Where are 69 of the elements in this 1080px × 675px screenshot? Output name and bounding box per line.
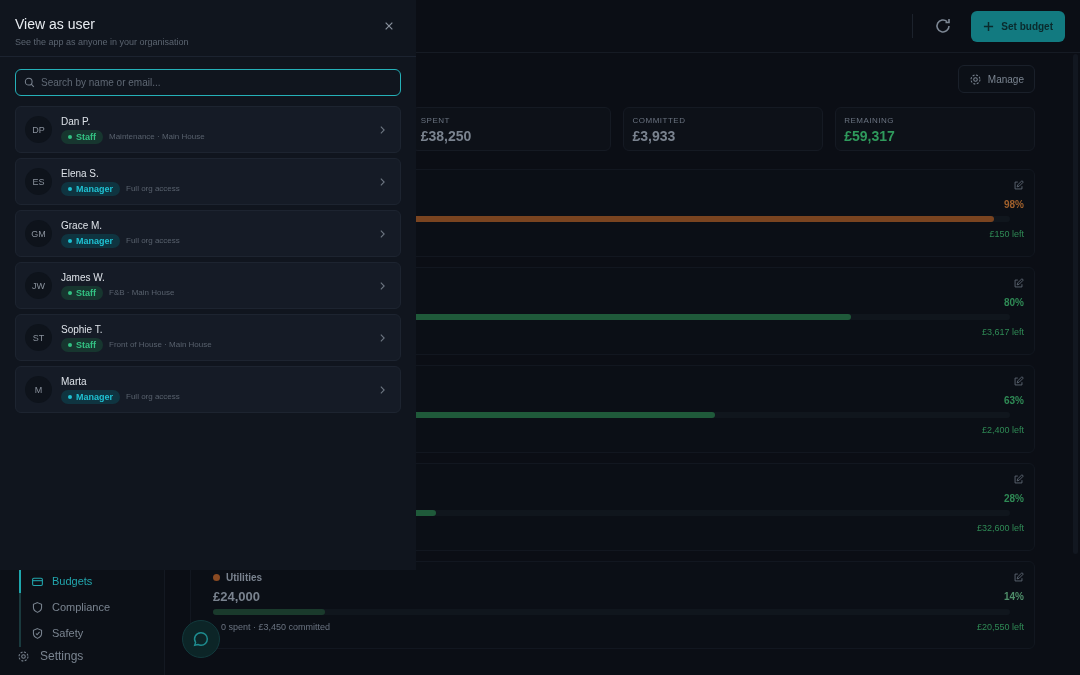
chevron-right-icon bbox=[379, 228, 386, 239]
role-badge: Manager bbox=[61, 233, 120, 248]
panel-title: View as user bbox=[15, 16, 96, 32]
avatar: ES bbox=[25, 168, 52, 195]
budget-amount: £24,000 bbox=[213, 589, 260, 604]
avatar: DP bbox=[25, 116, 52, 143]
role-badge: Manager bbox=[61, 389, 120, 404]
chevron-right-icon bbox=[379, 176, 386, 187]
edit-icon[interactable] bbox=[1013, 277, 1024, 289]
percent-label: 14% bbox=[1004, 591, 1024, 602]
manage-button[interactable]: Manage bbox=[957, 65, 1035, 93]
chat-button[interactable] bbox=[182, 620, 220, 658]
role-badge: Staff bbox=[61, 129, 103, 144]
chevron-right-icon bbox=[379, 124, 386, 135]
user-name: James W. bbox=[61, 271, 106, 283]
avatar: JW bbox=[25, 272, 52, 299]
edit-icon[interactable] bbox=[1013, 375, 1024, 387]
stat-value: £38,250 bbox=[420, 128, 473, 144]
user-row[interactable]: JW James W. Staff F&B · Main House bbox=[15, 262, 401, 309]
remaining-label: £150 left bbox=[989, 229, 1024, 239]
percent-label: 98% bbox=[1004, 198, 1024, 210]
search-icon bbox=[24, 77, 35, 88]
budget-summary: 0 spent · £3,450 committed bbox=[220, 622, 331, 632]
user-name: Sophie T. bbox=[61, 323, 104, 335]
edit-icon[interactable] bbox=[1013, 179, 1024, 191]
user-name: Elena S. bbox=[61, 167, 100, 179]
search-field[interactable]: Search by name or email... bbox=[15, 69, 401, 96]
chat-icon bbox=[192, 630, 210, 648]
settings-icon bbox=[968, 72, 982, 86]
stat-value: £59,317 bbox=[844, 128, 896, 144]
role-badge: Manager bbox=[61, 181, 120, 196]
user-row[interactable]: ST Sophie T. Staff Front of House · Main House bbox=[15, 314, 401, 361]
remaining-label: £32,600 left bbox=[976, 523, 1024, 533]
settings-icon bbox=[17, 649, 30, 663]
chevron-right-icon bbox=[379, 280, 386, 291]
nav-item[interactable]: Safety bbox=[21, 621, 164, 645]
budget-name: Utilities bbox=[226, 571, 263, 583]
remaining-label: £3,617 left bbox=[981, 327, 1024, 337]
percent-label: 63% bbox=[1004, 394, 1024, 406]
shield-check-icon bbox=[31, 626, 44, 640]
remaining-label: £2,400 left bbox=[981, 425, 1024, 435]
shield-icon bbox=[31, 600, 44, 614]
plus-icon bbox=[983, 20, 995, 32]
user-name: Marta bbox=[61, 375, 88, 387]
remaining-label: £20,550 left bbox=[976, 622, 1024, 632]
avatar: ST bbox=[25, 324, 52, 351]
edit-icon[interactable] bbox=[1013, 473, 1024, 485]
user-row[interactable]: DP Dan P. Staff Maintenance · Main House bbox=[15, 106, 401, 153]
stat-label: COMMITTED bbox=[632, 116, 687, 125]
user-name: Grace M. bbox=[61, 219, 104, 231]
chevron-right-icon bbox=[379, 332, 386, 343]
nav-item[interactable]: Compliance bbox=[21, 595, 164, 619]
user-name: Dan P. bbox=[61, 115, 92, 127]
stat-label: REMAINING bbox=[844, 116, 896, 125]
user-detail: Maintenance · Main House bbox=[109, 132, 205, 141]
close-icon[interactable] bbox=[384, 21, 394, 31]
user-detail: Front of House · Main House bbox=[109, 340, 212, 349]
edit-icon[interactable] bbox=[1013, 571, 1024, 583]
percent-label: 28% bbox=[1004, 492, 1024, 504]
stat-value: £3,933 bbox=[632, 128, 677, 144]
avatar: GM bbox=[25, 220, 52, 247]
stat-label: SPENT bbox=[420, 116, 451, 125]
percent-label: 80% bbox=[1004, 296, 1024, 308]
avatar: M bbox=[25, 376, 52, 403]
user-detail: F&B · Main House bbox=[109, 288, 175, 297]
role-badge: Staff bbox=[61, 337, 103, 352]
chevron-right-icon bbox=[379, 384, 386, 395]
settings-link[interactable]: Settings bbox=[17, 649, 84, 663]
role-badge: Staff bbox=[61, 285, 103, 300]
